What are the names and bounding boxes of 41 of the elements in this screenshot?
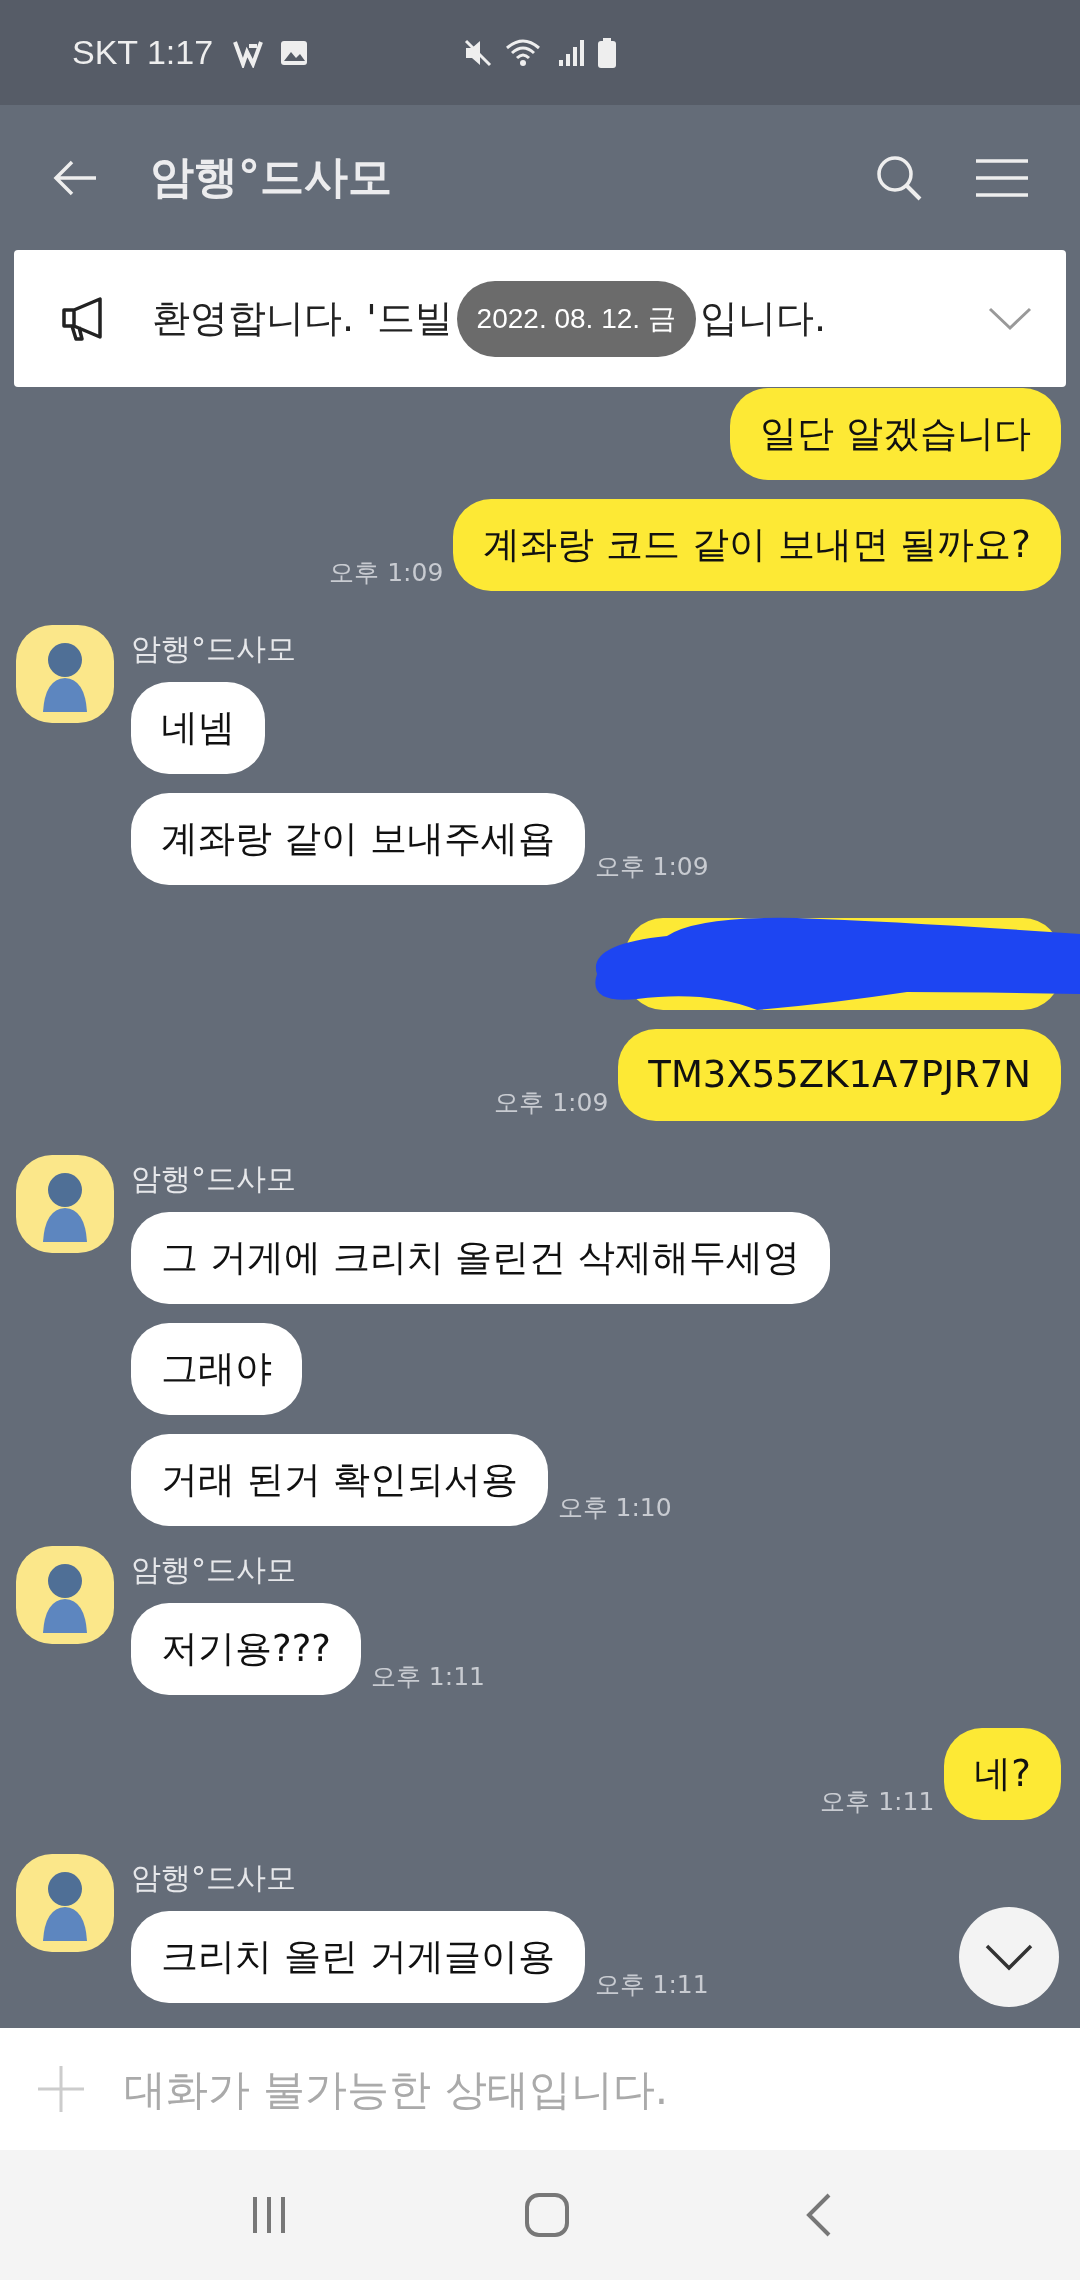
- received-message[interactable]: 그 거게에 크리치 올린건 삭제해두세영: [131, 1212, 831, 1304]
- avatar-icon: [15, 624, 115, 724]
- message-time: 오후 1:11: [370, 1661, 485, 1693]
- received-message[interactable]: 거래 된거 확인되서용: [131, 1434, 548, 1526]
- message-time: 오후 1:11: [820, 1786, 935, 1818]
- sent-message[interactable]: 네?: [944, 1728, 1061, 1820]
- message-time: 오후 1:11: [594, 1969, 709, 2001]
- message-time: 오후 1:09: [594, 851, 709, 883]
- notice-text: 입니다.: [699, 295, 826, 342]
- received-message[interactable]: 계좌랑 같이 보내주세욥: [131, 793, 585, 885]
- sent-message[interactable]: TM3X55ZK1A7PJR7N: [618, 1029, 1061, 1121]
- battery-icon: [597, 36, 618, 69]
- sent-message[interactable]: 계좌랑 코드 같이 보내면 될까요?: [453, 499, 1061, 591]
- avatar-icon: [15, 1853, 115, 1953]
- plus-icon: [36, 2064, 86, 2114]
- avatar-icon: [15, 1154, 115, 1254]
- sent-message[interactable]: 일단 알겠습니다: [730, 388, 1061, 480]
- menu-icon[interactable]: [974, 157, 1030, 198]
- chevron-down-icon: [984, 1942, 1034, 1972]
- message-time: 오후 1:09: [329, 557, 444, 589]
- date-label: 2022. 08. 12. 금: [456, 280, 696, 357]
- sender-name: 암행°드사모: [131, 630, 297, 668]
- image-icon: [279, 38, 310, 67]
- notice-banner[interactable]: 환영합니다. '드빌 2022. 08. 12. 금 입니다.: [14, 250, 1066, 387]
- received-message[interactable]: 크리치 올린 거게글이용: [131, 1911, 585, 2003]
- mute-icon: [463, 37, 494, 68]
- message-time: 오후 1:09: [494, 1087, 609, 1119]
- avatar-icon: [15, 1545, 115, 1645]
- carrier-time: SKT 1:17: [72, 33, 214, 72]
- received-message[interactable]: 네넴: [131, 682, 265, 774]
- sender-name: 암행°드사모: [131, 1859, 297, 1897]
- sender-name: 암행°드사모: [131, 1551, 297, 1589]
- sender-name: 암행°드사모: [131, 1160, 297, 1198]
- received-message[interactable]: 저기용???: [131, 1603, 361, 1695]
- notice-text: 환영합니다. '드빌: [152, 295, 453, 342]
- chat-title: 암행°드사모: [150, 150, 392, 204]
- received-message[interactable]: 그래야: [131, 1323, 302, 1415]
- home-icon[interactable]: [524, 2192, 570, 2238]
- chevron-down-icon[interactable]: [988, 305, 1032, 332]
- message-time: 오후 1:10: [557, 1492, 672, 1524]
- signal-icon: [557, 37, 586, 68]
